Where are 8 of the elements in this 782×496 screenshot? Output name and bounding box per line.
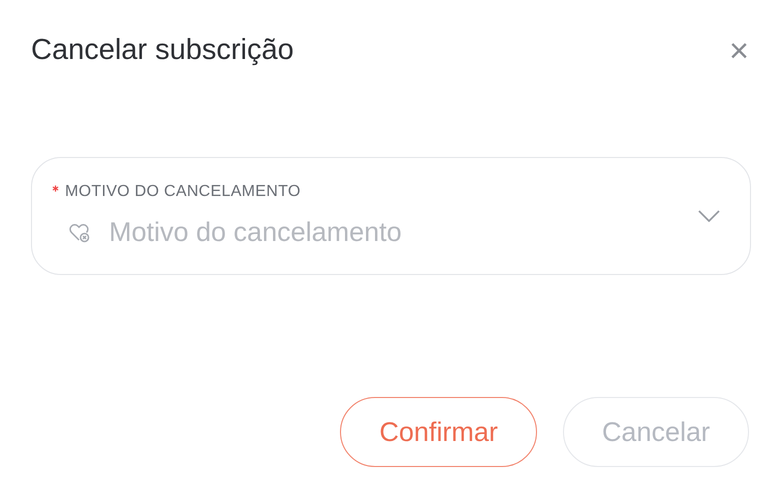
reason-select[interactable]: MOTIVO DO CANCELAMENTO Motivo do cancelamento: [31, 157, 751, 275]
confirm-button[interactable]: Confirmar: [340, 397, 537, 467]
field-label: MOTIVO DO CANCELAMENTO: [65, 182, 301, 202]
chevron-down-icon: [698, 210, 720, 222]
select-placeholder: Motivo do cancelamento: [109, 216, 402, 249]
dialog-title: Cancelar subscrição: [31, 33, 294, 68]
close-button[interactable]: ×: [729, 34, 749, 68]
cancel-button[interactable]: Cancelar: [562, 397, 749, 467]
